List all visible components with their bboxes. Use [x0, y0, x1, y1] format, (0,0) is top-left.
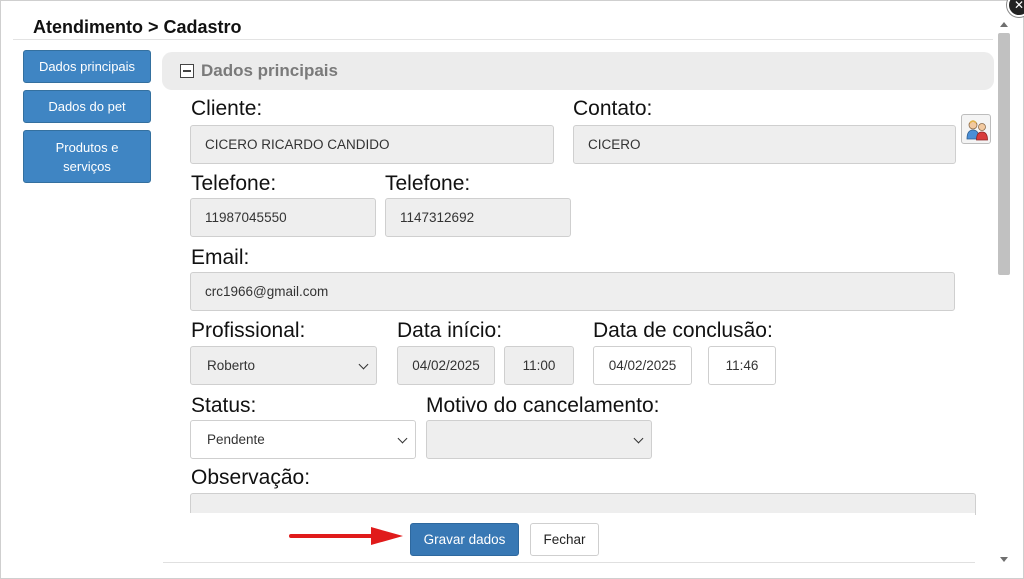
- cliente-field[interactable]: CICERO RICARDO CANDIDO: [190, 125, 554, 164]
- chevron-down-icon: [633, 433, 644, 444]
- red-arrow-annotation: [289, 527, 403, 545]
- title-divider: [13, 39, 993, 40]
- chevron-down-icon: [397, 433, 408, 444]
- status-select[interactable]: Pendente: [190, 420, 416, 459]
- scrollbar[interactable]: [997, 19, 1011, 565]
- page-title: Atendimento > Cadastro: [33, 17, 242, 37]
- email-label: Email:: [191, 246, 250, 269]
- chevron-down-icon: [358, 359, 369, 370]
- telefone2-field[interactable]: 1147312692: [385, 198, 571, 237]
- email-field[interactable]: crc1966@gmail.com: [190, 272, 955, 311]
- motivo-cancelamento-label: Motivo do cancelamento:: [426, 394, 660, 417]
- data-inicio-label: Data início:: [397, 319, 503, 342]
- section-title: Dados principais: [201, 61, 338, 80]
- data-conclusao-date-field[interactable]: 04/02/2025: [593, 346, 692, 385]
- section-header[interactable]: Dados principais: [162, 52, 994, 90]
- telefone1-field[interactable]: 11987045550: [190, 198, 376, 237]
- profissional-label: Profissional:: [191, 319, 306, 342]
- status-value: Pendente: [207, 432, 265, 447]
- cliente-label: Cliente:: [191, 97, 263, 120]
- sidebar-nav: Dados principais Dados do pet Produtos e…: [23, 50, 151, 190]
- telefone1-label: Telefone:: [191, 172, 277, 195]
- scroll-down-icon[interactable]: [1000, 557, 1008, 562]
- close-icon: ✕: [1013, 0, 1024, 12]
- cadastro-modal: ✕ Atendimento > Cadastro Dados principai…: [0, 0, 1024, 579]
- data-inicio-time-field[interactable]: 11:00: [504, 346, 574, 385]
- telefone2-label: Telefone:: [385, 172, 471, 195]
- close-modal-button[interactable]: ✕: [1007, 0, 1024, 17]
- minus-square-icon[interactable]: [180, 64, 194, 78]
- contato-label: Contato:: [573, 97, 653, 120]
- profissional-value: Roberto: [207, 358, 256, 373]
- profissional-select[interactable]: Roberto: [190, 346, 377, 385]
- observacao-label: Observação:: [191, 466, 311, 489]
- motivo-cancelamento-select[interactable]: [426, 420, 652, 459]
- save-button[interactable]: Gravar dados: [410, 523, 519, 556]
- data-conclusao-time-field[interactable]: 11:46: [708, 346, 776, 385]
- data-conclusao-label: Data de conclusão:: [593, 319, 773, 342]
- scroll-thumb[interactable]: [998, 33, 1010, 275]
- close-button[interactable]: Fechar: [530, 523, 599, 556]
- observacao-textarea[interactable]: [190, 493, 976, 515]
- sidebar-item-produtos-servicos[interactable]: Produtos e serviços: [23, 130, 151, 183]
- sidebar-item-dados-do-pet[interactable]: Dados do pet: [23, 90, 151, 123]
- scroll-up-icon[interactable]: [1000, 22, 1008, 27]
- data-inicio-date-field[interactable]: 04/02/2025: [397, 346, 495, 385]
- contacts-icon[interactable]: [961, 114, 991, 144]
- contato-field[interactable]: CICERO: [573, 125, 956, 164]
- sidebar-item-dados-principais[interactable]: Dados principais: [23, 50, 151, 83]
- status-label: Status:: [191, 394, 257, 417]
